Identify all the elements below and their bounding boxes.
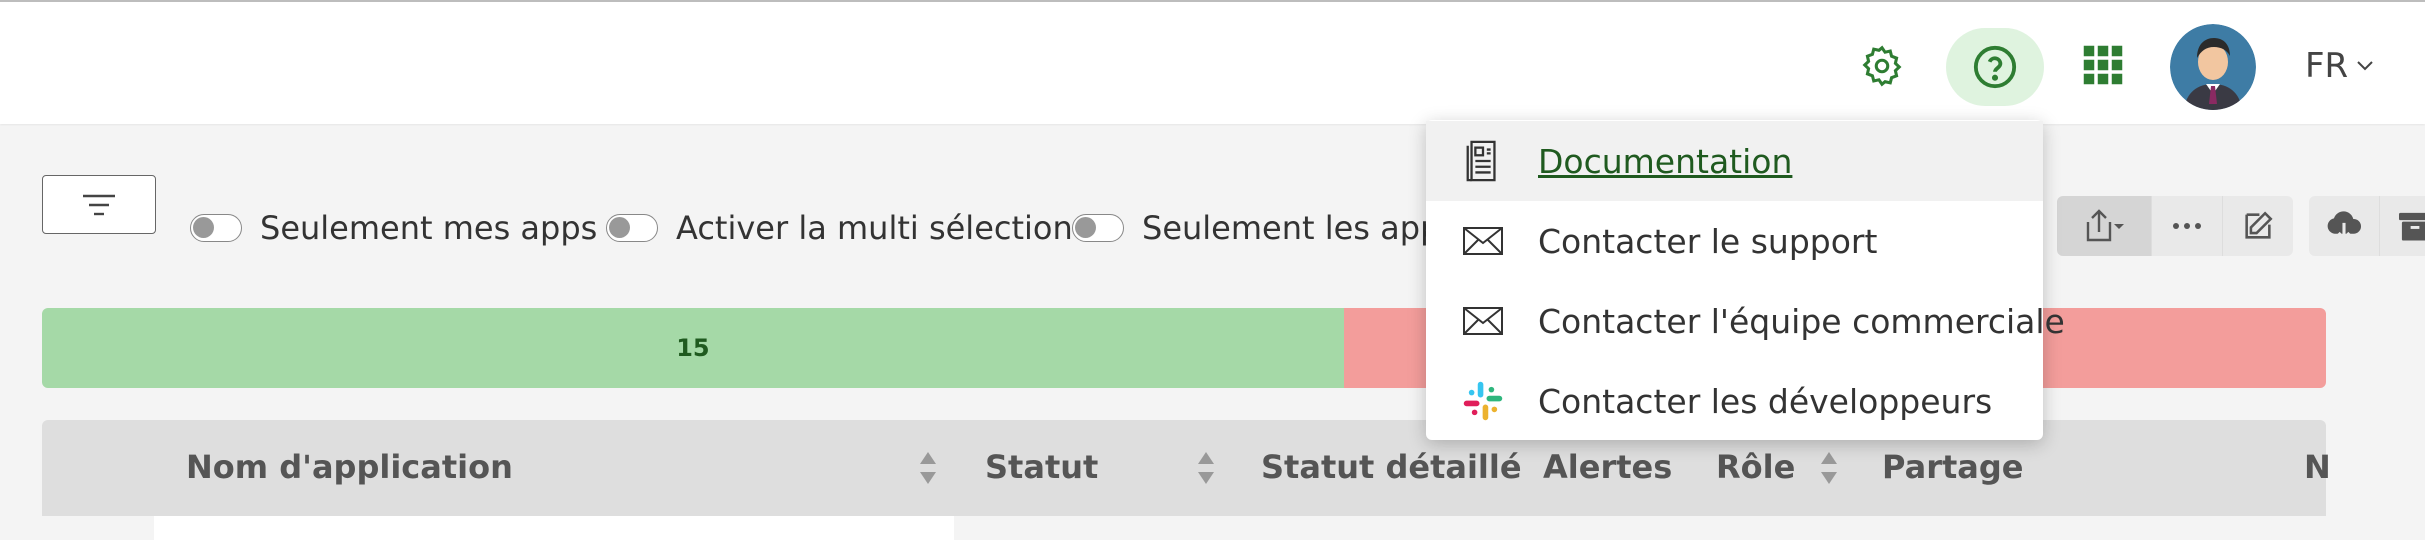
chevron-down-icon: [2357, 61, 2373, 71]
filter-icon: [83, 194, 115, 215]
sort-icon[interactable]: [1819, 450, 1839, 486]
toggle-multi-selection[interactable]: Activer la multi sélection: [606, 209, 1073, 247]
grid-icon: [2083, 45, 2123, 85]
settings-button[interactable]: [1856, 35, 1908, 97]
menu-item-label: Contacter les développeurs: [1538, 381, 1993, 421]
menu-item-contact-developers[interactable]: Contacter les développeurs: [1426, 361, 2043, 441]
slack-icon: [1462, 380, 1504, 422]
action-toolbar: [2057, 196, 2293, 256]
menu-item-contact-sales[interactable]: Contacter l'équipe commerciale: [1426, 281, 2065, 361]
more-options-button[interactable]: [2152, 196, 2223, 256]
menu-item-label: Contacter l'équipe commerciale: [1538, 301, 2065, 341]
toggle-label: Seulement les apps: [1142, 209, 1458, 247]
menu-item-label: Documentation: [1538, 141, 1793, 181]
archive-button[interactable]: [2380, 196, 2425, 256]
column-header-status[interactable]: Statut: [985, 448, 1098, 486]
toggle-only-apps[interactable]: Seulement les apps: [1072, 209, 1457, 247]
top-bar: FR: [0, 0, 2425, 124]
avatar-image: [2170, 24, 2256, 110]
column-header-app-name[interactable]: Nom d'application: [186, 448, 513, 486]
column-header-role[interactable]: Rôle: [1716, 448, 1795, 486]
language-label: FR: [2305, 46, 2349, 86]
share-dropdown-button[interactable]: [2057, 196, 2152, 256]
download-button[interactable]: [2309, 196, 2380, 256]
mail-icon: [1462, 220, 1504, 262]
document-icon: [1462, 140, 1504, 182]
toggle-switch[interactable]: [190, 214, 242, 242]
mail-icon: [1462, 300, 1504, 342]
toggle-switch[interactable]: [606, 214, 658, 242]
column-header-alerts[interactable]: Alertes: [1543, 448, 1672, 486]
toggle-label: Activer la multi sélection: [676, 209, 1073, 247]
toggle-only-my-apps[interactable]: Seulement mes apps: [190, 209, 597, 247]
sort-icon[interactable]: [918, 450, 938, 486]
column-header-truncated[interactable]: N: [2304, 448, 2331, 486]
help-menu: Documentation Contacter le support Conta…: [1426, 120, 2065, 441]
language-selector[interactable]: FR: [2305, 46, 2374, 86]
share-icon: [2086, 209, 2124, 242]
toggle-switch[interactable]: [1072, 214, 1124, 242]
question-icon: [1973, 45, 2017, 89]
user-avatar[interactable]: [2170, 24, 2256, 110]
edit-button[interactable]: [2223, 196, 2293, 256]
apps-grid-button[interactable]: [2078, 40, 2128, 90]
toggle-label: Seulement mes apps: [260, 209, 598, 247]
table-row: [154, 516, 954, 540]
column-header-sharing[interactable]: Partage: [1882, 448, 2023, 486]
column-header-detailed-status[interactable]: Statut détaillé: [1261, 448, 1522, 486]
secondary-toolbar: [2309, 196, 2425, 256]
menu-item-documentation[interactable]: Documentation: [1426, 121, 2043, 201]
ok-count: 15: [676, 334, 710, 362]
edit-icon: [2245, 211, 2273, 239]
gear-icon: [1862, 45, 1902, 87]
more-icon: [2173, 223, 2201, 229]
cloud-download-icon: [2327, 211, 2362, 241]
filter-button[interactable]: [42, 175, 156, 234]
sort-icon[interactable]: [1196, 450, 1216, 486]
menu-item-contact-support[interactable]: Contacter le support: [1426, 201, 2043, 281]
ok-segment[interactable]: 15: [42, 308, 1344, 388]
menu-item-label: Contacter le support: [1538, 221, 1878, 261]
help-button[interactable]: [1946, 28, 2044, 106]
archive-icon: [2399, 212, 2425, 241]
